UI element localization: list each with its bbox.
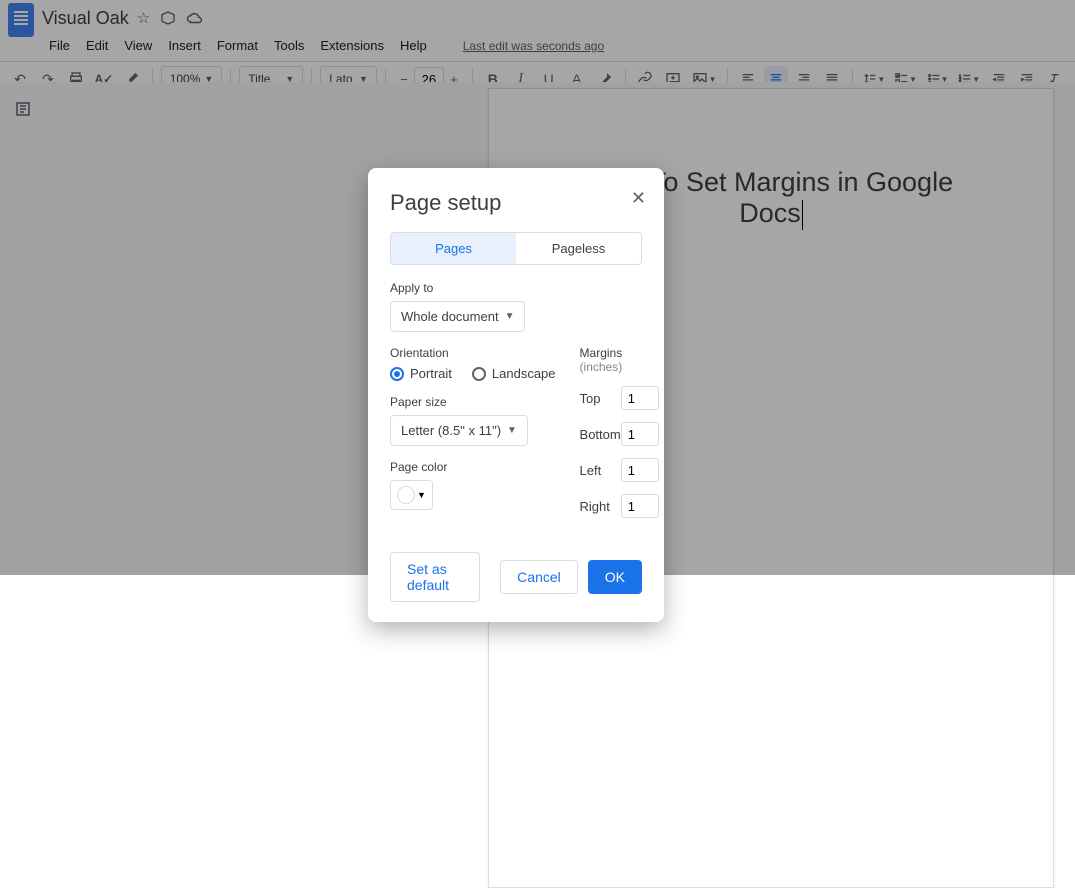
margin-bottom-label: Bottom	[580, 427, 621, 442]
page-color-label: Page color	[390, 460, 556, 474]
margin-top-input[interactable]	[621, 386, 659, 410]
radio-icon	[472, 367, 486, 381]
paper-size-select[interactable]: Letter (8.5" x 11") ▼	[390, 415, 528, 446]
margin-right-input[interactable]	[621, 494, 659, 518]
page-color-select[interactable]: ▼	[390, 480, 433, 510]
margin-bottom-input[interactable]	[621, 422, 659, 446]
margin-right-label: Right	[580, 499, 610, 514]
dialog-tabs: Pages Pageless	[390, 232, 642, 265]
apply-to-select[interactable]: Whole document ▼	[390, 301, 525, 332]
chevron-down-icon: ▼	[505, 311, 515, 322]
close-icon[interactable]: ✕	[631, 188, 646, 209]
margin-top-label: Top	[580, 391, 601, 406]
margin-left-label: Left	[580, 463, 602, 478]
page-setup-dialog: Page setup ✕ Pages Pageless Apply to Who…	[368, 168, 664, 622]
margins-label: Margins (inches)	[580, 346, 659, 374]
dialog-title: Page setup	[390, 190, 642, 216]
tab-pages[interactable]: Pages	[391, 233, 516, 264]
apply-to-label: Apply to	[390, 281, 642, 295]
radio-portrait[interactable]: Portrait	[390, 366, 452, 381]
orientation-label: Orientation	[390, 346, 556, 360]
paper-size-label: Paper size	[390, 395, 556, 409]
color-swatch-icon	[397, 486, 415, 504]
tab-pageless[interactable]: Pageless	[516, 233, 641, 264]
radio-landscape[interactable]: Landscape	[472, 366, 556, 381]
landscape-label: Landscape	[492, 366, 556, 381]
set-default-button[interactable]: Set as default	[390, 552, 480, 602]
radio-icon	[390, 367, 404, 381]
margin-left-input[interactable]	[621, 458, 659, 482]
chevron-down-icon: ▼	[507, 425, 517, 436]
ok-button[interactable]: OK	[588, 560, 642, 594]
apply-to-value: Whole document	[401, 309, 499, 324]
paper-size-value: Letter (8.5" x 11")	[401, 423, 501, 438]
portrait-label: Portrait	[410, 366, 452, 381]
chevron-down-icon: ▼	[417, 490, 426, 500]
cancel-button[interactable]: Cancel	[500, 560, 578, 594]
